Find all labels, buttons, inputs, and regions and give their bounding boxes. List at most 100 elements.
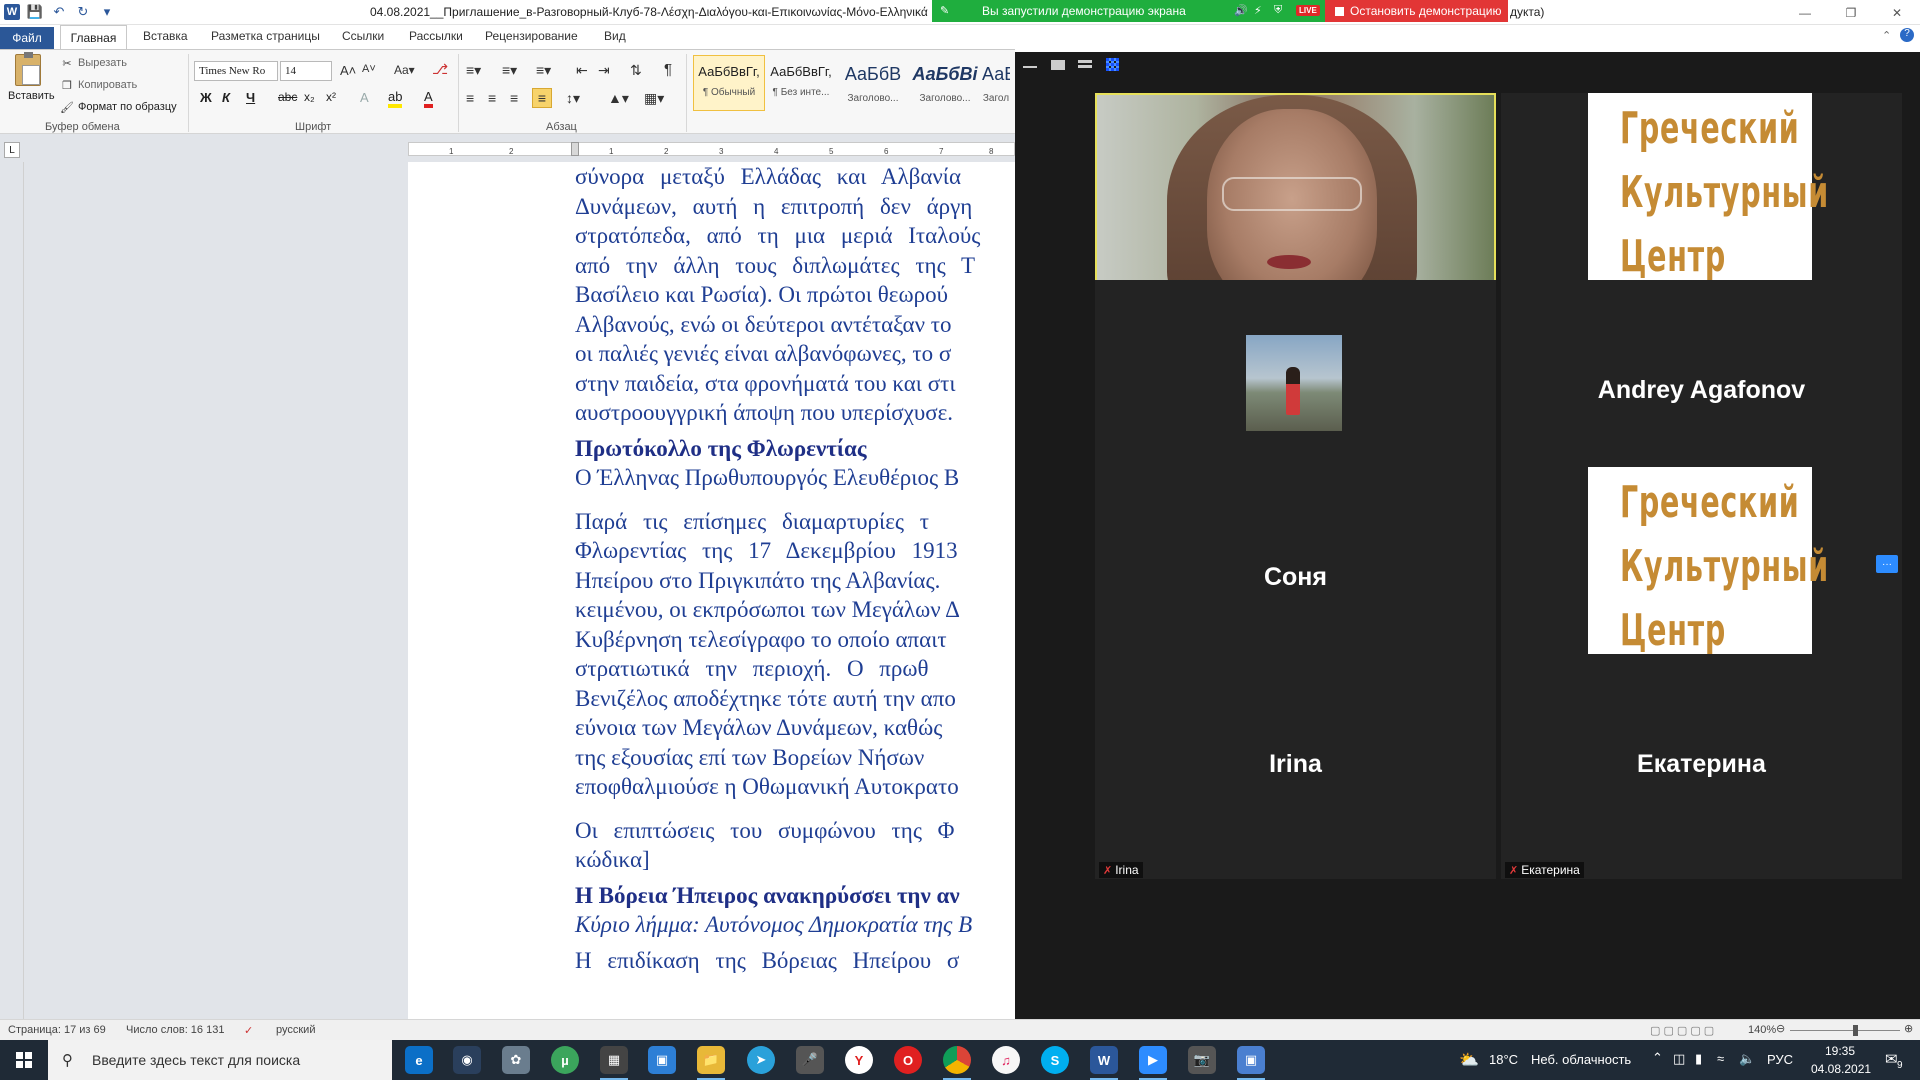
yandex-icon[interactable]: Y [845, 1046, 873, 1074]
itunes-icon[interactable]: ♫ [992, 1046, 1020, 1074]
change-case-icon[interactable]: Aa▾ [394, 63, 415, 77]
tab-insert[interactable]: Вставка [143, 29, 188, 43]
tab-mailings[interactable]: Рассылки [409, 29, 463, 43]
borders-icon[interactable]: ▦▾ [644, 90, 664, 107]
word-taskbar-icon[interactable]: W [1090, 1046, 1118, 1080]
stop-share-button[interactable]: Остановить демонстрацию [1325, 0, 1508, 22]
document-line[interactable]: στην παιδεία, στα φρονήματά του και στι [575, 369, 1015, 399]
subscript-icon[interactable]: x₂ [304, 90, 315, 104]
zoom-slider-thumb[interactable] [1853, 1025, 1858, 1036]
restore-icon[interactable]: ❐ [1828, 0, 1874, 25]
spellcheck-icon[interactable]: ✓ [244, 1024, 253, 1037]
grow-font-icon[interactable]: A˄ [340, 63, 356, 78]
zoom-level[interactable]: 140% [1748, 1024, 1776, 1036]
align-left-icon[interactable]: ≡ [466, 90, 474, 106]
copy-button[interactable]: ❐ Копировать [60, 78, 137, 92]
document-line[interactable]: Η επιδίκαση της Βόρειας Ηπείρου σ [575, 946, 1015, 976]
document-line[interactable]: Αλβανούς, ενώ οι δεύτεροι αντέταξαν το [575, 310, 1015, 340]
align-right-icon[interactable]: ≡ [510, 90, 518, 106]
document-line[interactable]: εποφθαλμιούσε η Οθωμανική Αυτοκρατο [575, 772, 1015, 802]
document-line[interactable]: στρατόπεδα, από τη μια μεριά Ιταλούς [575, 221, 1015, 251]
more-options-icon[interactable]: ··· [1876, 555, 1898, 573]
strikethrough-icon[interactable]: abc [278, 90, 297, 104]
weather-temp[interactable]: 18°C [1489, 1052, 1518, 1067]
chrome-icon[interactable] [943, 1046, 971, 1080]
style-heading-3[interactable]: АаБ Загол [981, 55, 1011, 111]
sort-icon[interactable]: ⇅ [630, 62, 642, 79]
tab-file[interactable]: Файл [0, 27, 54, 49]
font-color-icon[interactable]: A [424, 90, 433, 108]
document-line[interactable]: σύνορα μεταξύ Ελλάδας και Αλβανία [575, 162, 1015, 192]
document-line[interactable]: Ο Έλληνας Πρωθυπουργός Ελευθέριος Β [575, 463, 1015, 493]
security-shield-icon[interactable]: ⛨ [1274, 4, 1282, 17]
speaker-view-icon[interactable] [1051, 60, 1065, 70]
document-line[interactable]: στρατιωτικά την περιοχή. Ο πρωθ [575, 654, 1015, 684]
customize-qat-icon[interactable]: ▾ [98, 3, 116, 21]
tab-selector-icon[interactable]: L [4, 142, 20, 158]
tab-view[interactable]: Вид [604, 29, 626, 43]
file-explorer-icon[interactable]: 📁 [697, 1046, 725, 1080]
align-center-icon[interactable]: ≡ [488, 90, 496, 106]
save-icon[interactable]: 💾 [26, 3, 44, 21]
style-heading-1[interactable]: АаБбВ Заголово... [837, 55, 909, 111]
telegram-icon[interactable]: ➤ [747, 1046, 775, 1074]
ribbon-collapse-icon[interactable]: ⌃ [1882, 29, 1891, 42]
document-line[interactable]: Οι επιπτώσεις του συμφώνου της Φ [575, 816, 1015, 846]
page-count[interactable]: Страница: 17 из 69 [8, 1024, 106, 1036]
document-line[interactable]: Κύριο λήμμα: Αυτόνομος Δημοκρατία της Β [575, 910, 1015, 940]
speaker-icon[interactable]: 🔊 [1234, 4, 1248, 17]
justify-icon[interactable]: ≡ [532, 88, 552, 108]
tray-expand-icon[interactable]: ⌃ [1652, 1050, 1663, 1066]
close-icon[interactable]: ✕ [1874, 0, 1920, 25]
bold-icon[interactable]: Ж [200, 90, 212, 105]
superscript-icon[interactable]: x² [326, 90, 336, 104]
volume-icon[interactable]: 🔈 [1739, 1051, 1755, 1067]
document-line[interactable]: Ηπείρου στο Πριγκιπάτο της Αλβανίας. [575, 566, 1015, 596]
zoom-slider[interactable] [1790, 1030, 1900, 1031]
tab-review[interactable]: Рецензирование [485, 29, 578, 43]
mic-muted-icon[interactable]: ⚡ [1254, 4, 1262, 17]
highlight-icon[interactable]: ab [388, 90, 403, 108]
document-line[interactable]: Φλωρεντίας της 17 Δεκεμβρίου 1913 [575, 536, 1015, 566]
tab-home[interactable]: Главная [60, 25, 127, 50]
clear-format-icon[interactable]: ⎇ [432, 61, 448, 78]
document-line[interactable]: αυστροουγγρική άποψη που υπερίσχυσε. [575, 398, 1015, 428]
screen-share-taskbar-icon[interactable]: ▣ [1237, 1046, 1265, 1080]
participant-tile[interactable]: Irina ✗ Irina [1095, 654, 1496, 879]
horizontal-ruler[interactable]: 1 2 1 2 3 4 5 6 7 8 [408, 142, 1015, 156]
minimize-icon[interactable]: — [1782, 0, 1828, 25]
weather-icon[interactable]: ⛅ [1459, 1050, 1479, 1070]
multilevel-list-icon[interactable]: ≡▾ [536, 62, 551, 79]
steam-icon[interactable]: ◉ [453, 1046, 481, 1074]
weather-description[interactable]: Неб. облачность [1531, 1052, 1631, 1067]
battery-icon[interactable]: ▮ [1695, 1051, 1702, 1067]
document-line[interactable]: Βενιζέλος αποδέχτηκε τότε αυτή την απο [575, 684, 1015, 714]
increase-indent-icon[interactable]: ⇥ [598, 62, 610, 79]
italic-icon[interactable]: К [222, 90, 230, 105]
document-line[interactable]: της εξουσίας επί των Βορείων Νήσων [575, 743, 1015, 773]
document-heading[interactable]: Η Βόρεια Ήπειρος ανακηρύσσει την αν [575, 881, 1015, 911]
shading-icon[interactable]: ▲▾ [608, 90, 629, 107]
decrease-indent-icon[interactable]: ⇤ [576, 62, 588, 79]
microphone-icon[interactable]: 🎤 [796, 1046, 824, 1074]
notifications-icon[interactable]: ✉ [1885, 1050, 1898, 1068]
document-line[interactable]: εύνοια των Μεγάλων Δυνάμεων, καθώς [575, 713, 1015, 743]
input-language[interactable]: РУС [1767, 1052, 1793, 1067]
participant-tile[interactable]: Екатерина ✗ Екатерина [1501, 654, 1902, 879]
tab-references[interactable]: Ссылки [342, 29, 384, 43]
document-heading[interactable]: Πρωτόκολλο της Φλωρεντίας [575, 434, 1015, 464]
start-button[interactable] [0, 1040, 48, 1080]
cut-button[interactable]: ✂ Вырезать [60, 56, 127, 70]
document-line[interactable]: από την άλλη τους διπλωμάτες της Τ [575, 251, 1015, 281]
document-line[interactable]: Δυνάμεων, αυτή η επιτροπή δεν άργη [575, 192, 1015, 222]
shrink-font-icon[interactable]: A˅ [362, 63, 376, 75]
language-indicator[interactable]: русский [276, 1024, 315, 1036]
document-page[interactable]: σύνορα μεταξύ Ελλάδας και Αλβανία Δυνάμεω… [408, 162, 1015, 1019]
word-count[interactable]: Число слов: 16 131 [126, 1024, 224, 1036]
style-no-spacing[interactable]: АаБбВвГг, ¶ Без инте... [765, 55, 837, 111]
line-spacing-icon[interactable]: ↕▾ [566, 90, 580, 107]
task-view-icon[interactable]: ▦ [600, 1046, 628, 1080]
text-effects-icon[interactable]: A [360, 90, 369, 105]
minimize-gallery-icon[interactable] [1023, 66, 1037, 68]
undo-icon[interactable]: ↶ [50, 3, 68, 21]
